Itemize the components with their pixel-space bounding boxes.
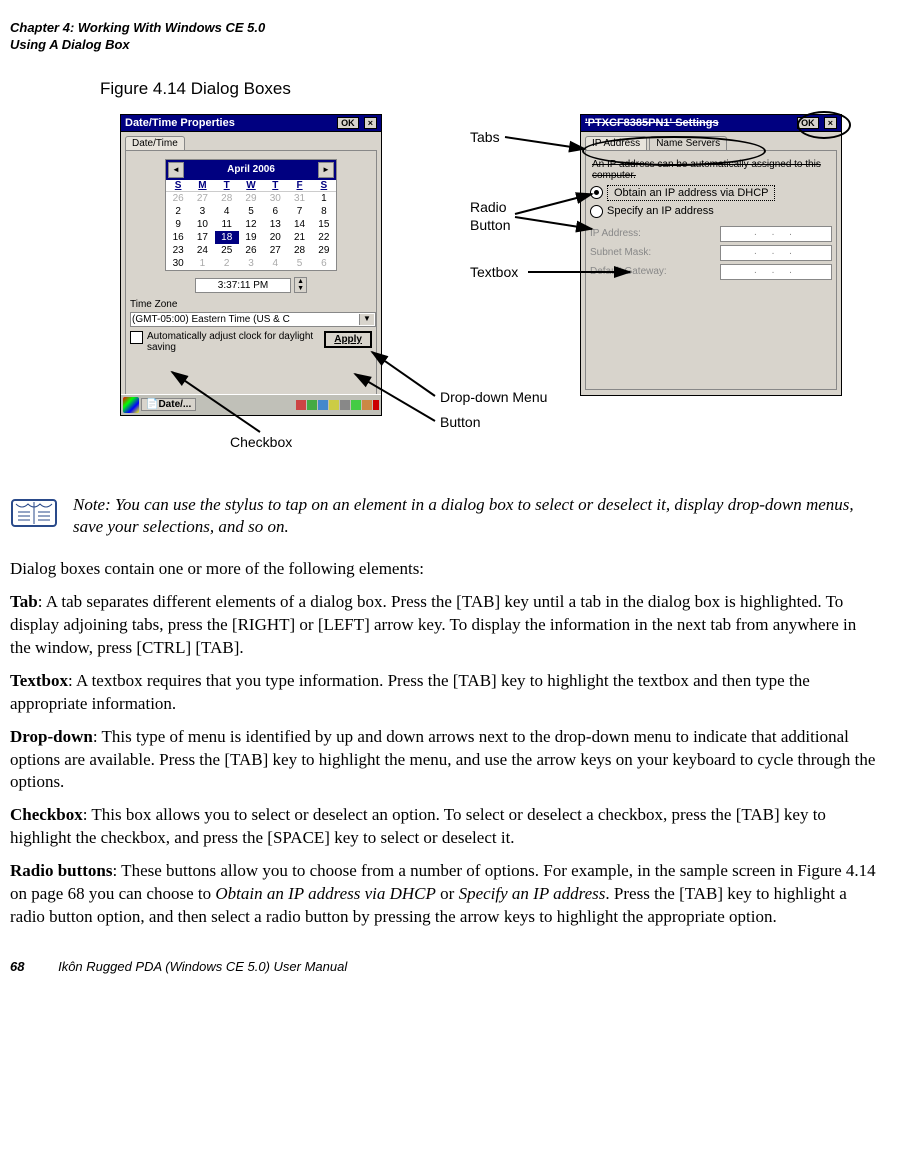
- page-header: Chapter 4: Working With Windows CE 5.0 U…: [10, 20, 877, 54]
- tab-datetime[interactable]: Date/Time: [125, 136, 185, 150]
- start-icon[interactable]: [123, 397, 139, 413]
- note-label: Note:: [73, 495, 111, 514]
- annot-checkbox: Checkbox: [230, 434, 292, 450]
- dropdown-arrow-icon: ▼: [359, 314, 374, 325]
- default-gateway-label: Default Gateway:: [590, 266, 667, 277]
- annot-dropdown: Drop-down Menu: [440, 389, 547, 405]
- dropdown-paragraph: Drop-down: This type of menu is identifi…: [10, 726, 877, 795]
- note-text: Note: You can use the stylus to tap on a…: [73, 494, 877, 538]
- window-title-left: Date/Time Properties: [125, 117, 235, 129]
- tab-name-servers[interactable]: Name Servers: [649, 136, 727, 150]
- tab-paragraph: Tab: A tab separates different elements …: [10, 591, 877, 660]
- timezone-dropdown[interactable]: (GMT-05:00) Eastern Time (US & C ▼: [130, 312, 376, 327]
- network-settings-window: 'PTXCF8385PN1' Settings OK × IP Address …: [580, 114, 842, 396]
- ok-button-right[interactable]: OK: [797, 117, 819, 129]
- calendar[interactable]: ◄ April 2006 ► SMTWTFS262728293031123456…: [165, 159, 337, 271]
- page-footer: 68 Ikôn Rugged PDA (Windows CE 5.0) User…: [10, 959, 877, 974]
- timezone-label: Time Zone: [130, 299, 372, 310]
- timezone-value: (GMT-05:00) Eastern Time (US & C: [132, 314, 290, 325]
- apply-button[interactable]: Apply: [324, 331, 372, 348]
- figure-area: Date/Time Properties OK × Date/Time ◄ Ap…: [100, 114, 877, 484]
- next-month-icon[interactable]: ►: [318, 162, 334, 178]
- task-button-datetime[interactable]: 📄Date/...: [141, 398, 196, 411]
- annot-radio-line1: Radio: [470, 199, 507, 215]
- close-button-right[interactable]: ×: [824, 117, 837, 129]
- tray-icon[interactable]: [362, 400, 372, 410]
- subnet-mask-label: Subnet Mask:: [590, 247, 651, 258]
- checkbox-paragraph: Checkbox: This box allows you to select …: [10, 804, 877, 850]
- radio-dhcp[interactable]: [590, 186, 603, 199]
- dst-checkbox-label: Automatically adjust clock for daylight …: [147, 331, 320, 353]
- textbox-paragraph: Textbox: A textbox requires that you typ…: [10, 670, 877, 716]
- annot-textbox: Textbox: [470, 264, 518, 280]
- radio-specify-label: Specify an IP address: [607, 205, 714, 217]
- footer-title: Ikôn Rugged PDA (Windows CE 5.0) User Ma…: [58, 959, 347, 974]
- ip-address-input[interactable]: . . .: [720, 226, 832, 242]
- annot-tabs: Tabs: [470, 129, 500, 145]
- tray-icon[interactable]: [296, 400, 306, 410]
- default-gateway-input[interactable]: . . .: [720, 264, 832, 280]
- calendar-month: April 2006: [227, 164, 275, 175]
- window-title-right: 'PTXCF8385PN1' Settings: [585, 117, 719, 129]
- tray-icon[interactable]: [373, 400, 379, 410]
- titlebar-right: 'PTXCF8385PN1' Settings OK ×: [581, 115, 841, 132]
- system-tray: [296, 400, 379, 410]
- annot-radio-line2: Button: [470, 217, 510, 233]
- close-button-left[interactable]: ×: [364, 117, 377, 129]
- time-spinner[interactable]: ▲▼: [294, 277, 307, 293]
- header-line2: Using A Dialog Box: [10, 37, 877, 54]
- tab-ip-address[interactable]: IP Address: [585, 136, 647, 150]
- datetime-properties-window: Date/Time Properties OK × Date/Time ◄ Ap…: [120, 114, 382, 416]
- ip-address-label: IP Address:: [590, 228, 641, 239]
- tray-icon[interactable]: [318, 400, 328, 410]
- ok-button-left[interactable]: OK: [337, 117, 359, 129]
- tray-icon[interactable]: [307, 400, 317, 410]
- titlebar-left: Date/Time Properties OK ×: [121, 115, 381, 132]
- header-line1: Chapter 4: Working With Windows CE 5.0: [10, 20, 877, 37]
- radio-specify[interactable]: [590, 205, 603, 218]
- page-number: 68: [10, 959, 24, 974]
- time-input[interactable]: [195, 278, 291, 293]
- ip-description: An IP address can be automatically assig…: [592, 159, 830, 181]
- subnet-mask-input[interactable]: . . .: [720, 245, 832, 261]
- radio-dhcp-label: Obtain an IP address via DHCP: [607, 185, 775, 201]
- note-icon: [10, 494, 58, 535]
- dst-checkbox[interactable]: [130, 331, 143, 344]
- tray-icon[interactable]: [329, 400, 339, 410]
- figure-title: Figure 4.14 Dialog Boxes: [100, 79, 877, 99]
- tray-icon[interactable]: [340, 400, 350, 410]
- radio-paragraph: Radio buttons: These buttons allow you t…: [10, 860, 877, 929]
- prev-month-icon[interactable]: ◄: [168, 162, 184, 178]
- annot-button: Button: [440, 414, 480, 430]
- intro-text: Dialog boxes contain one or more of the …: [10, 558, 877, 581]
- tray-icon[interactable]: [351, 400, 361, 410]
- note-body: You can use the stylus to tap on an elem…: [73, 495, 854, 536]
- taskbar: 📄Date/...: [121, 394, 381, 415]
